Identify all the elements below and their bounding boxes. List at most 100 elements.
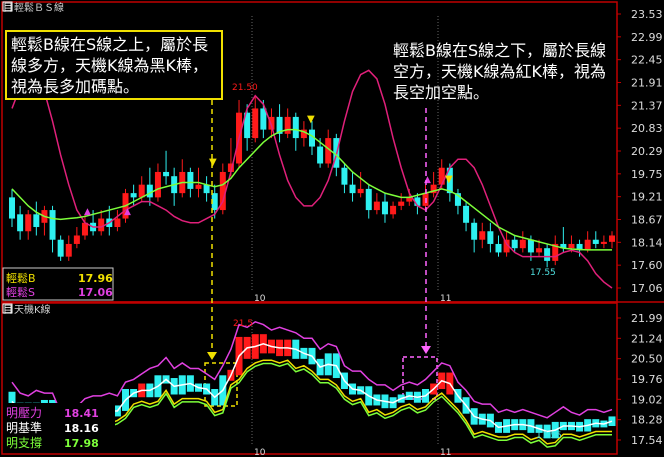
top-panel-title: 目輕鬆ＢＳ線 [2, 1, 64, 14]
top-candle-body [568, 243, 575, 249]
top-price-axis-label: 18.67 [631, 214, 663, 227]
top-price-axis: 23.53 22.99 22.45 21.91 21.37 20.83 20.29 19.75… [617, 8, 663, 295]
bottom-legend-label: 明支撐 [6, 436, 42, 450]
top-candle-body [390, 205, 397, 215]
top-candle-body [65, 243, 72, 257]
bottom-price-axis-label: 19.76 [631, 373, 663, 386]
top-candle-body [463, 205, 470, 223]
top-month-10-label: 10 [254, 294, 266, 304]
bottom-legend-value: 18.16 [64, 422, 99, 435]
top-candle-body [292, 116, 299, 139]
top-price-axis-label: 19.21 [631, 191, 663, 204]
top-candle-body [349, 184, 356, 194]
top-candle-body [527, 239, 534, 253]
top-candle-body [252, 108, 259, 139]
top-candle-body [479, 231, 486, 240]
top-low-marker: 17.55 [530, 268, 556, 278]
bottom-month-10-label: 10 [254, 448, 266, 457]
yellow-arrow-icon: ▼ [307, 114, 315, 125]
bottom-high-marker: 21.5 [233, 319, 253, 329]
top-candle-body [373, 201, 380, 211]
top-legend: 輕鬆B 17.96 輕鬆S 17.06 [2, 267, 114, 301]
top-candle-body [495, 243, 502, 253]
top-candle-body [341, 167, 348, 185]
top-candle-body [609, 235, 615, 242]
magenta-arrow-icon: ▲ [124, 207, 131, 217]
top-candle-body [73, 235, 80, 244]
bottom-price-axis-label: 19.02 [631, 393, 663, 406]
magenta-arrow-icon: ▲ [84, 207, 91, 217]
top-candle-body [154, 171, 161, 198]
connector-arrow-bear-icon [421, 346, 431, 354]
top-price-axis-label: 22.99 [631, 31, 663, 44]
top-candle-body [600, 241, 607, 244]
connector-arrow-bull-icon [207, 352, 217, 360]
callout-bear: 輕鬆B線在S線之下，屬於長線空方，天機K線為紅K棒，視為長空加空點。 [393, 41, 607, 102]
top-candle-body [130, 193, 137, 198]
yellow-arrow-icon: ▼ [445, 174, 453, 185]
bottom-price-axis-label: 20.50 [631, 353, 663, 366]
bottom-price-axis-label: 18.28 [631, 414, 663, 427]
top-price-axis-label: 17.06 [631, 282, 663, 295]
top-candle-body [284, 116, 291, 134]
top-candle-body [317, 146, 324, 164]
top-price-axis-label: 21.37 [631, 99, 663, 112]
bottom-legend: 明壓力 18.41 明基準 18.16 明支撐 17.98 [3, 403, 115, 453]
top-legend-value: 17.96 [78, 272, 113, 285]
top-price-axis-label: 17.60 [631, 259, 663, 272]
bottom-panel-title: 目天機K線 [2, 303, 51, 316]
top-candle-body [57, 239, 64, 257]
bottom-legend-value: 17.98 [64, 437, 99, 450]
callout-bull: 輕鬆B線在S線之上，屬於長線多方，天機K線為黑K棒，視為長多加碼點。 [5, 30, 223, 100]
top-price-axis-label: 18.14 [631, 236, 663, 249]
top-month-10: 10 [251, 16, 266, 304]
top-candle-body [114, 218, 121, 228]
bottom-legend-label: 明壓力 [6, 406, 42, 420]
top-month-11-label: 11 [440, 294, 451, 304]
top-candle-body [487, 231, 494, 244]
top-candle-body [544, 248, 551, 261]
top-candle-body [592, 239, 599, 244]
top-panel-title-glyph: 目 [3, 3, 13, 14]
bottom-price-axis: 21.99 21.24 20.50 19.76 19.02 18.28 17.54 [617, 312, 663, 447]
top-price-axis-label: 20.83 [631, 122, 663, 135]
magenta-arrow-icon: ▲ [424, 175, 431, 185]
top-candle-body [17, 214, 24, 232]
top-candle-body [9, 197, 15, 219]
top-candle-body [49, 210, 56, 240]
top-legend-value: 17.06 [78, 286, 113, 299]
top-candle-body [163, 171, 170, 177]
bottom-price-axis-label: 17.54 [631, 434, 663, 447]
bottom-price-axis-label: 21.99 [631, 312, 663, 325]
top-candle-body [381, 201, 388, 215]
bottom-low-marker: 17.55 [536, 431, 562, 441]
top-candle-body [471, 222, 478, 240]
top-price-axis-label: 20.29 [631, 145, 663, 158]
top-candle-body [98, 218, 105, 232]
top-price-axis-label: 19.75 [631, 168, 663, 181]
top-candle-body [146, 184, 153, 198]
bottom-legend-value: 18.41 [64, 407, 99, 420]
top-candle-body [511, 239, 518, 249]
top-legend-label: 輕鬆B [6, 271, 36, 285]
bottom-panel-title-text: 天機K線 [14, 303, 51, 316]
top-candle-body [365, 188, 372, 211]
top-price-axis-label: 23.53 [631, 8, 663, 21]
top-candle-body [187, 171, 194, 189]
bottom-panel-title-glyph: 目 [3, 305, 13, 316]
top-candle-body [33, 214, 40, 228]
top-candle-body [25, 214, 32, 232]
top-candle-body [536, 248, 543, 253]
top-price-axis-label: 21.91 [631, 77, 663, 90]
bottom-month-11-label: 11 [440, 448, 451, 457]
top-high-marker: 21.50 [232, 83, 258, 93]
top-candle-body [519, 239, 526, 249]
top-candle-body [195, 184, 202, 189]
bottom-price-axis-label: 21.24 [631, 332, 663, 345]
top-candle-body [398, 201, 405, 206]
bottom-legend-label: 明基準 [6, 420, 42, 435]
top-panel-title-text: 輕鬆ＢＳ線 [14, 1, 64, 14]
top-candle-body [584, 239, 591, 251]
top-legend-label: 輕鬆S [6, 285, 35, 299]
top-candle-body [438, 167, 445, 185]
